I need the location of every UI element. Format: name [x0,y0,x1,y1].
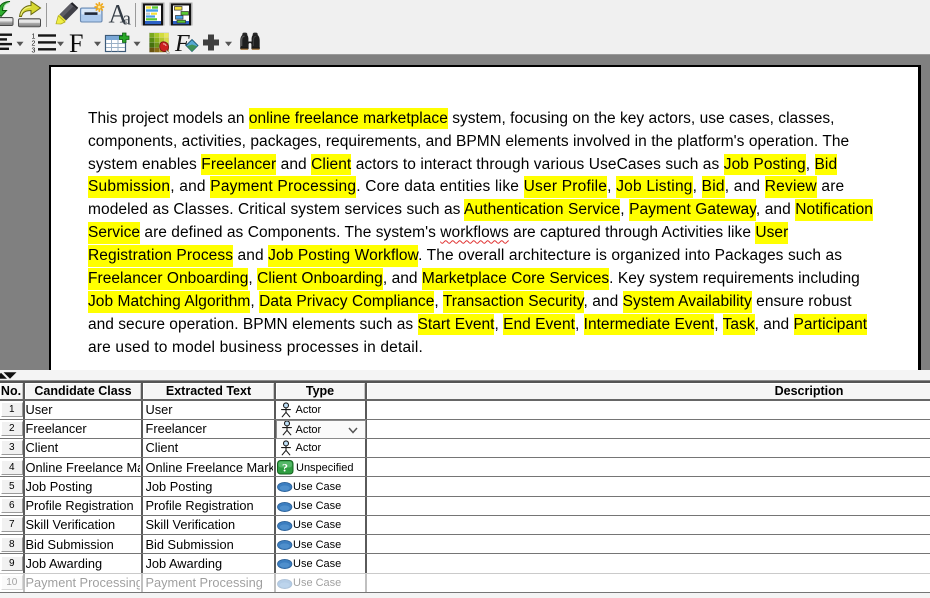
svg-text:F: F [174,31,190,54]
svg-text:?: ? [282,460,288,474]
svg-text:3: 3 [32,48,36,55]
svg-text:1: 1 [32,34,36,41]
svg-text:F: F [69,29,83,54]
svg-text:a: a [123,9,132,30]
svg-text:2: 2 [32,41,36,48]
